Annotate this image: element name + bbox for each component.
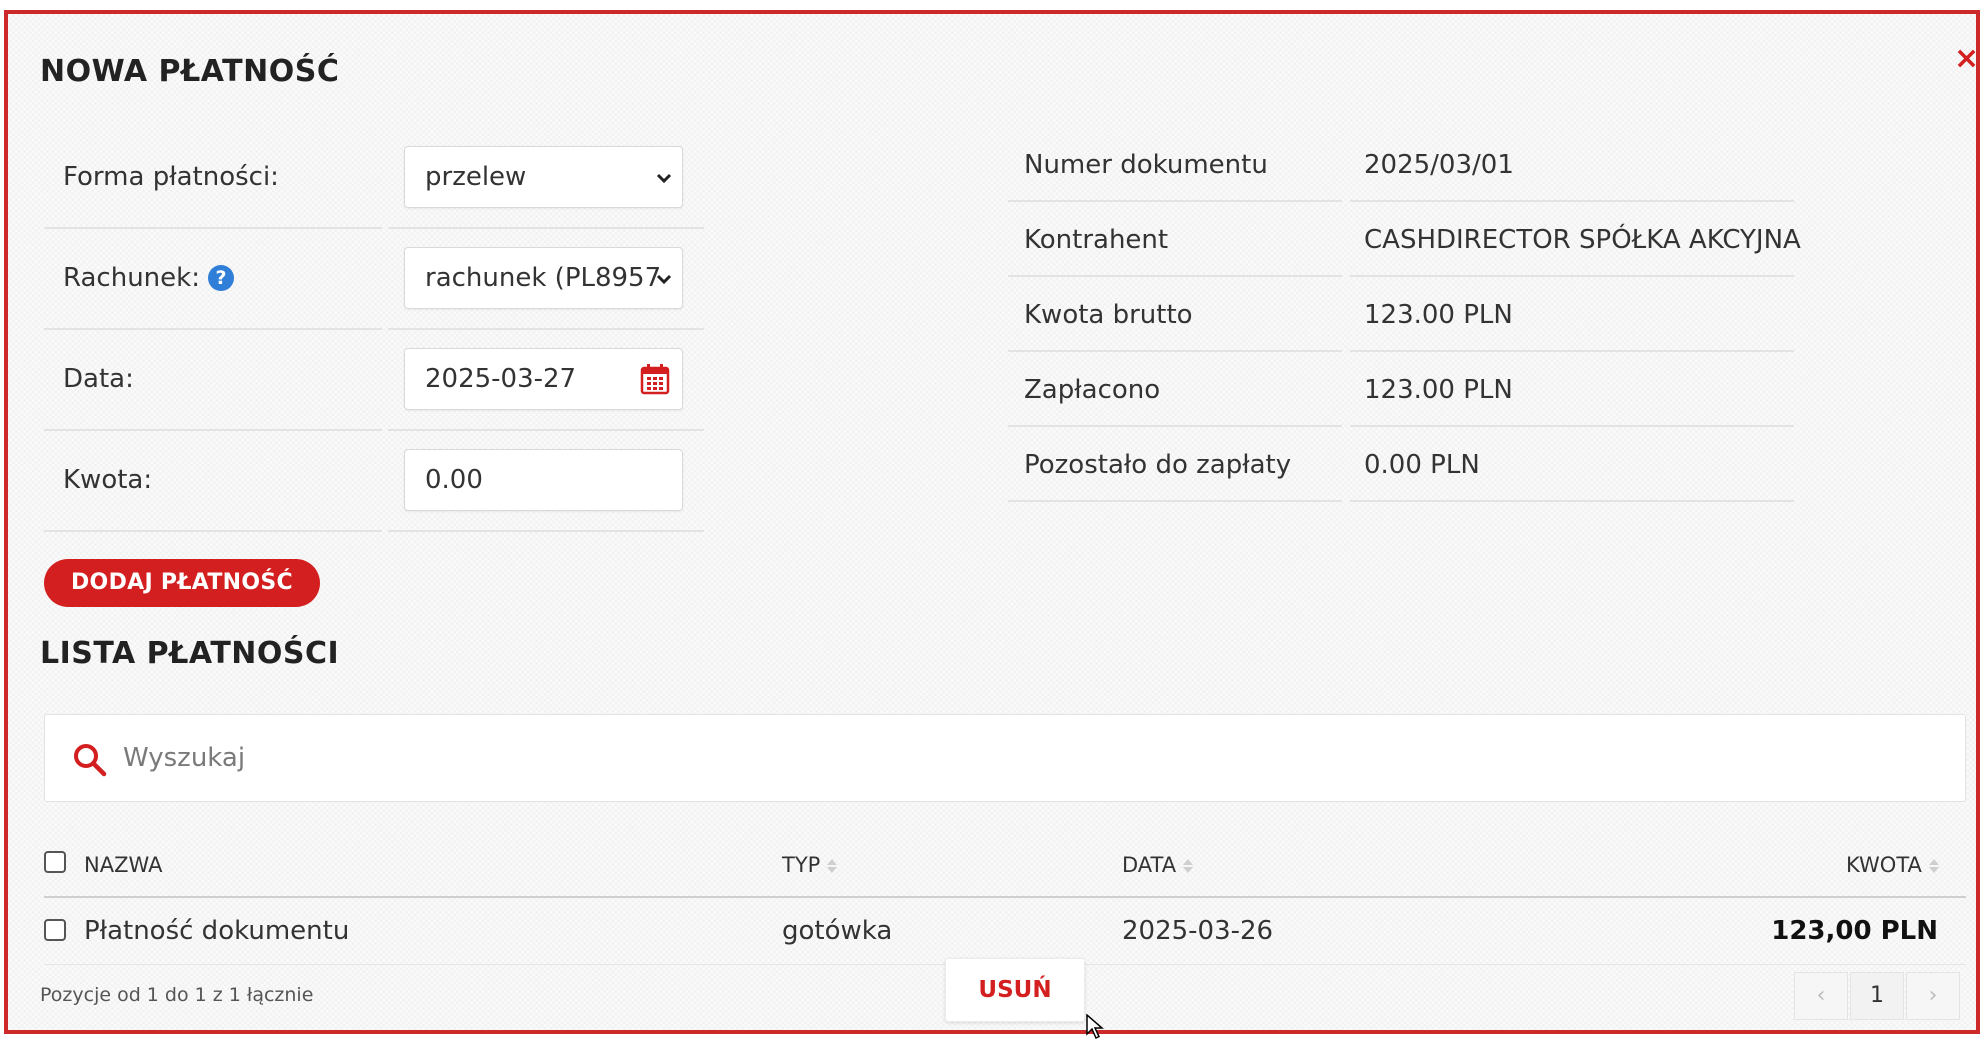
divider bbox=[1008, 200, 1342, 202]
divider bbox=[1350, 425, 1794, 427]
divider bbox=[44, 530, 382, 532]
column-type[interactable]: TYP bbox=[782, 853, 838, 877]
date-value: 2025-03-27 bbox=[425, 364, 577, 394]
sort-icon bbox=[1183, 859, 1194, 873]
pagination-info: Pozycje od 1 do 1 z 1 łącznie bbox=[40, 984, 314, 1006]
row-date: 2025-03-26 bbox=[1122, 916, 1274, 946]
sort-icon bbox=[1928, 859, 1939, 873]
close-icon[interactable]: × bbox=[1954, 44, 1979, 74]
payment-form-select[interactable]: przelew bbox=[404, 146, 683, 208]
search-icon bbox=[74, 744, 107, 777]
list-title: LISTA PŁATNOŚCI bbox=[40, 636, 340, 671]
cursor-icon bbox=[1086, 1014, 1104, 1040]
modal-title: NOWA PŁATNOŚĆ bbox=[40, 54, 340, 89]
date-label: Data: bbox=[63, 364, 134, 394]
row-name: Płatność dokumentu bbox=[84, 916, 350, 946]
remaining-label: Pozostało do zapłaty bbox=[1024, 450, 1292, 480]
delete-button[interactable]: USUŃ bbox=[945, 958, 1085, 1022]
calendar-icon[interactable] bbox=[640, 363, 670, 395]
add-payment-button[interactable]: DODAJ PŁATNOŚĆ bbox=[44, 559, 320, 607]
chevron-down-icon bbox=[656, 173, 672, 184]
divider bbox=[1350, 200, 1794, 202]
account-label-text: Rachunek: bbox=[63, 263, 200, 293]
column-date[interactable]: DATA bbox=[1122, 853, 1194, 877]
contractor-value: CASHDIRECTOR SPÓŁKA AKCYJNA bbox=[1364, 225, 1801, 255]
pagination-prev[interactable]: ‹ bbox=[1794, 972, 1848, 1020]
contractor-label: Kontrahent bbox=[1024, 225, 1169, 255]
divider bbox=[1008, 275, 1342, 277]
gross-amount-value: 123.00 PLN bbox=[1364, 300, 1513, 330]
document-number-label: Numer dokumentu bbox=[1024, 150, 1268, 180]
pagination-next[interactable]: › bbox=[1906, 972, 1960, 1020]
pagination-page-1[interactable]: 1 bbox=[1850, 972, 1904, 1020]
column-date-label: DATA bbox=[1122, 853, 1177, 877]
divider bbox=[44, 429, 382, 431]
paid-label: Zapłacono bbox=[1024, 375, 1161, 405]
divider bbox=[44, 227, 382, 229]
gross-amount-label: Kwota brutto bbox=[1024, 300, 1193, 330]
account-label: Rachunek:? bbox=[63, 263, 234, 293]
divider bbox=[1350, 275, 1794, 277]
account-value: rachunek (PL8957 bbox=[425, 263, 662, 293]
divider bbox=[1008, 350, 1342, 352]
column-name[interactable]: NAZWA bbox=[84, 853, 162, 877]
row-amount: 123,00 PLN bbox=[1771, 916, 1938, 946]
select-all-checkbox[interactable] bbox=[44, 851, 66, 873]
payment-modal: NOWA PŁATNOŚĆ × Forma płatności: przelew… bbox=[4, 10, 1980, 1040]
divider bbox=[388, 429, 704, 431]
amount-input[interactable]: 0.00 bbox=[404, 449, 683, 511]
amount-label: Kwota: bbox=[63, 465, 153, 495]
row-checkbox[interactable] bbox=[44, 919, 66, 941]
divider bbox=[1350, 350, 1794, 352]
amount-value: 0.00 bbox=[425, 465, 483, 495]
search-placeholder: Wyszukaj bbox=[123, 743, 246, 773]
divider bbox=[44, 328, 382, 330]
sort-icon bbox=[827, 859, 838, 873]
column-amount-label: KWOTA bbox=[1846, 853, 1922, 877]
payment-form-label: Forma płatności: bbox=[63, 162, 279, 192]
divider bbox=[388, 530, 704, 532]
divider bbox=[388, 227, 704, 229]
date-field[interactable]: 2025-03-27 bbox=[404, 348, 683, 410]
paid-value: 123.00 PLN bbox=[1364, 375, 1513, 405]
divider bbox=[1008, 425, 1342, 427]
question-circle-icon[interactable]: ? bbox=[207, 265, 234, 291]
divider bbox=[1350, 500, 1794, 502]
remaining-value: 0.00 PLN bbox=[1364, 450, 1480, 480]
search-box[interactable]: Wyszukaj bbox=[44, 714, 1966, 802]
divider bbox=[1008, 500, 1342, 502]
row-type: gotówka bbox=[782, 916, 893, 946]
divider bbox=[388, 328, 704, 330]
header-divider bbox=[44, 896, 1966, 898]
document-number-value: 2025/03/01 bbox=[1364, 150, 1514, 180]
payment-form-value: przelew bbox=[425, 162, 527, 192]
chevron-down-icon bbox=[656, 274, 672, 285]
column-amount[interactable]: KWOTA bbox=[1846, 853, 1940, 877]
account-select[interactable]: rachunek (PL8957 bbox=[404, 247, 683, 309]
column-type-label: TYP bbox=[782, 853, 821, 877]
